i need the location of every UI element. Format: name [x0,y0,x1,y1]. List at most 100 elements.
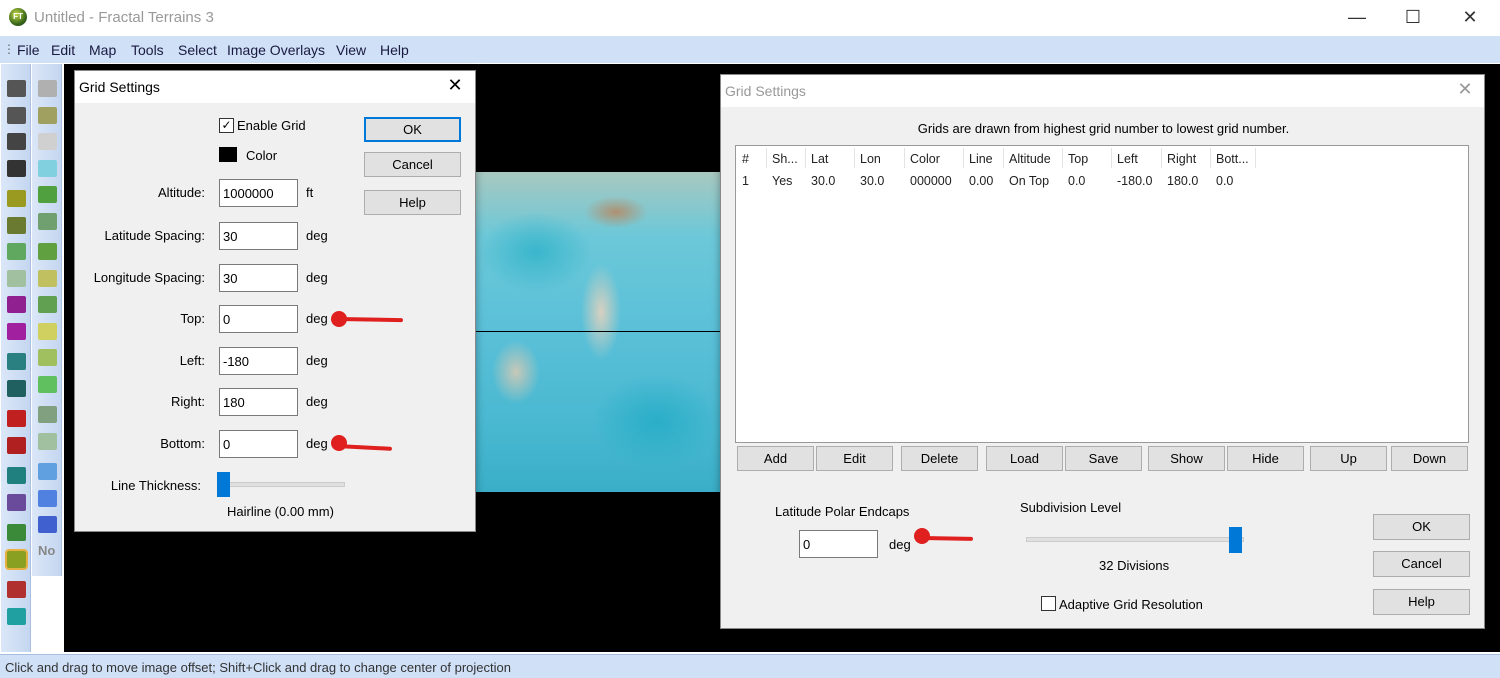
table-cell[interactable]: 0.0 [1068,174,1085,188]
swamp-icon[interactable] [38,432,57,450]
terrain-light-icon[interactable] [7,269,26,287]
line-thickness-slider[interactable] [217,482,345,487]
column-header[interactable]: Line [969,152,993,166]
grid-overlay-icon[interactable] [7,493,26,511]
up-button[interactable]: Up [1310,446,1387,471]
column-header[interactable]: Left [1117,152,1138,166]
table-cell[interactable]: On Top [1009,174,1049,188]
column-header[interactable]: Sh... [772,152,798,166]
add-button[interactable]: Add [737,446,814,471]
column-header[interactable]: Altitude [1009,152,1051,166]
trees-icon[interactable] [38,296,57,313]
grassland-icon[interactable] [38,269,57,287]
menu-file[interactable]: File [17,42,40,58]
column-header[interactable]: # [742,152,749,166]
down-button[interactable]: Down [1391,446,1468,471]
water-globe-icon[interactable] [7,607,26,625]
mountains-icon[interactable] [38,80,57,97]
subdivision-slider[interactable] [1026,537,1244,542]
select-polygon-icon[interactable] [7,159,26,177]
delete-button[interactable]: Delete [901,446,978,471]
temperature-up-icon[interactable] [7,410,26,427]
plains-icon[interactable] [38,322,57,340]
menu-select[interactable]: Select [178,42,217,58]
table-cell[interactable]: 000000 [910,174,952,188]
select-lasso-icon[interactable] [7,133,26,150]
dialog-close-icon[interactable]: ✕ [443,75,467,96]
dialog-close-icon[interactable]: ✕ [1453,79,1477,100]
terrain-purple-flat-icon[interactable] [7,322,26,340]
menu-edit[interactable]: Edit [51,42,75,58]
menu-map[interactable]: Map [89,42,116,58]
hills-icon[interactable] [38,106,57,124]
field-input-top[interactable] [219,305,298,333]
menu-help[interactable]: Help [380,42,409,58]
table-cell[interactable]: 1 [742,174,749,188]
table-cell[interactable]: Yes [772,174,792,188]
table-cell[interactable]: 180.0 [1167,174,1198,188]
maximize-button[interactable]: ☐ [1393,4,1433,30]
deep-water-icon[interactable] [38,516,57,533]
ok-button[interactable]: OK [1373,514,1470,540]
ok-button[interactable]: OK [364,117,461,142]
color-swatch[interactable] [219,147,237,162]
temperature-globe-icon[interactable] [7,581,26,598]
show-button[interactable]: Show [1148,446,1225,471]
column-header[interactable]: Color [910,152,940,166]
sea-level-icon[interactable] [7,467,26,484]
terrain-map-image[interactable] [476,172,720,492]
shallow-water-icon[interactable] [38,463,57,480]
terrain-flatten-icon[interactable] [7,216,26,234]
endcaps-input[interactable] [799,530,878,558]
cancel-button[interactable]: Cancel [364,152,461,177]
menu-tools[interactable]: Tools [131,42,164,58]
column-header[interactable]: Right [1167,152,1196,166]
water-waves-icon[interactable] [38,159,57,177]
enable-grid-checkbox[interactable]: ✓ [219,118,234,133]
no-icon[interactable]: No [38,543,57,560]
edit-button[interactable]: Edit [816,446,893,471]
scrub-icon[interactable] [38,349,57,366]
water-fill-icon[interactable] [7,353,26,370]
field-input-right[interactable] [219,388,298,416]
table-cell[interactable]: 0.0 [1216,174,1233,188]
column-header[interactable]: Lat [811,152,828,166]
select-rectangle-icon[interactable] [7,80,26,97]
table-cell[interactable]: 0.00 [969,174,993,188]
clouds-icon[interactable] [38,133,57,150]
load-button[interactable]: Load [986,446,1063,471]
field-input-latitudespacing[interactable] [219,222,298,250]
altitude-globe-icon[interactable] [5,548,28,570]
terrain-raise-icon[interactable] [7,190,26,207]
column-header[interactable]: Bott... [1216,152,1249,166]
menu-view[interactable]: View [336,42,366,58]
adaptive-grid-checkbox[interactable] [1041,596,1056,611]
temperature-down-icon[interactable] [7,436,26,454]
forest-icon[interactable] [38,186,57,203]
column-header[interactable]: Top [1068,152,1088,166]
table-cell[interactable]: 30.0 [811,174,835,188]
close-button[interactable]: ✕ [1450,4,1490,30]
terrain-green-icon[interactable] [7,243,26,260]
save-button[interactable]: Save [1065,446,1142,471]
line-thickness-thumb[interactable] [217,472,230,497]
water-icon[interactable] [38,489,57,507]
help-button[interactable]: Help [1373,589,1470,615]
minimize-button[interactable]: — [1337,4,1377,30]
grid-list[interactable]: # Sh... Lat Lon Color Line Altitude Top Left Righ… [735,145,1469,443]
column-header[interactable]: Lon [860,152,881,166]
field-input-altitude[interactable] [219,179,298,207]
water-drain-icon[interactable] [7,379,26,397]
subdivision-thumb[interactable] [1229,527,1242,553]
jungle-icon[interactable] [38,243,57,260]
marsh-icon[interactable] [38,406,57,423]
field-input-left[interactable] [219,347,298,375]
field-input-bottom[interactable] [219,430,298,458]
table-cell[interactable]: 30.0 [860,174,884,188]
table-cell[interactable]: -180.0 [1117,174,1152,188]
globe-icon[interactable] [7,524,26,541]
terrain-purple-icon[interactable] [7,296,26,313]
conifer-forest-icon[interactable] [38,212,57,230]
meadow-icon[interactable] [38,375,57,393]
hide-button[interactable]: Hide [1227,446,1304,471]
